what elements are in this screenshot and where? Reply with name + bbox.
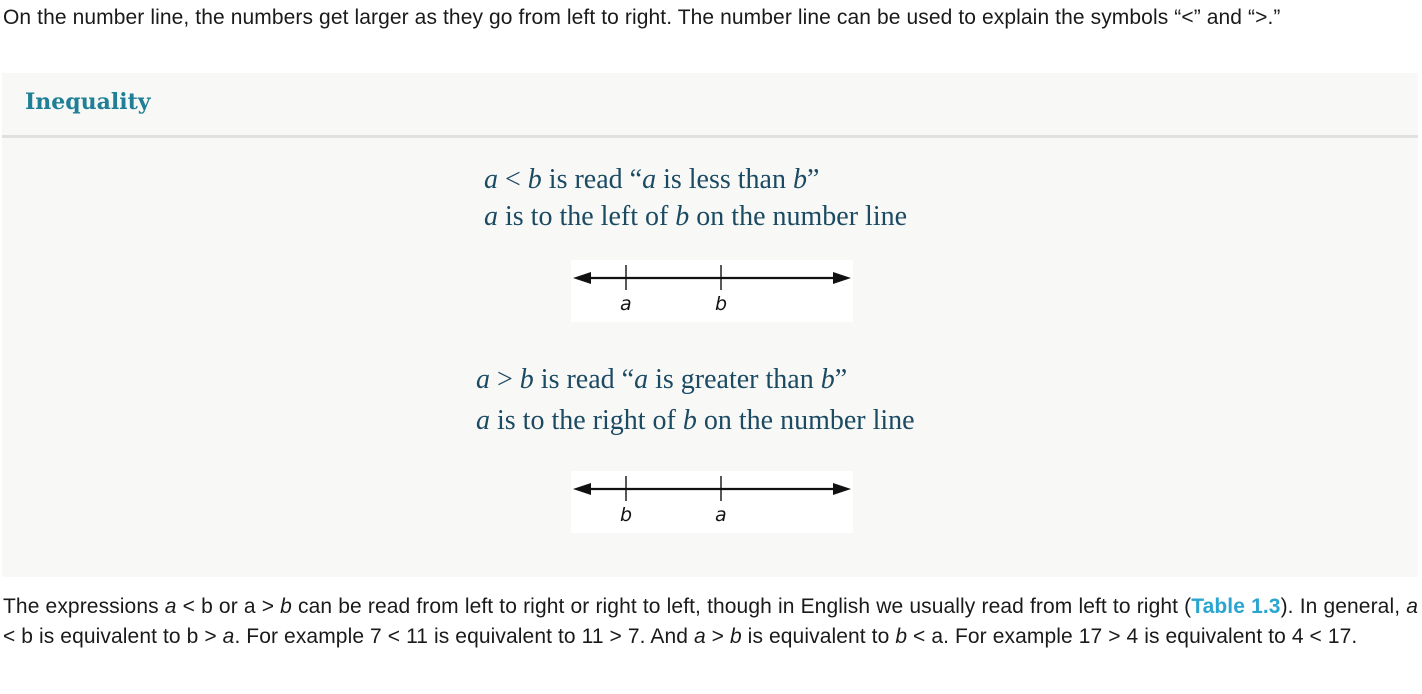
right-arrow-icon xyxy=(833,483,851,495)
text: is less than xyxy=(656,164,793,195)
var-b: b xyxy=(675,201,690,232)
left-arrow-icon xyxy=(573,272,591,284)
less-than-rule-line1: a < b is read “a is less than b” xyxy=(484,161,907,198)
var-b: b xyxy=(527,164,542,195)
var-a: a xyxy=(476,364,490,395)
text: . For example 7 < 11 is equivalent to 11… xyxy=(234,625,694,648)
number-line-a-less-than-b: a b xyxy=(571,260,853,322)
tick-label: b xyxy=(620,504,633,526)
text: is to the left of xyxy=(498,201,676,232)
text: on the number line xyxy=(696,405,915,436)
var-b: b xyxy=(820,364,835,395)
var-b: b xyxy=(895,625,908,648)
var-a: a xyxy=(634,364,649,395)
greater-than-rule: a > b is read “a is greater than b” a is… xyxy=(476,361,915,439)
outro-paragraph: The expressions a < b or a > b can be re… xyxy=(3,592,1418,652)
text: ). In general, xyxy=(1280,595,1407,618)
left-arrow-icon xyxy=(573,483,591,495)
box-header: Inequality xyxy=(2,73,1418,138)
number-line-a-greater-than-b: b a xyxy=(571,471,853,533)
var-a: a xyxy=(693,625,706,648)
greater-than-symbol: > xyxy=(490,364,520,395)
tick-label: b xyxy=(715,293,728,315)
text: is read “ xyxy=(541,164,643,195)
text: ” xyxy=(834,364,848,395)
right-arrow-icon xyxy=(833,272,851,284)
number-line-graphic xyxy=(573,265,851,290)
var-b: b xyxy=(682,405,697,436)
var-b: b xyxy=(519,364,534,395)
var-a: a xyxy=(164,595,177,618)
tick-label: a xyxy=(715,504,727,526)
text: The expressions xyxy=(3,595,165,618)
var-a: a xyxy=(484,164,498,195)
text: is greater than xyxy=(648,364,821,395)
box-title: Inequality xyxy=(25,89,151,115)
text: can be read from left to right or right … xyxy=(291,595,1192,618)
var-a: a xyxy=(476,405,490,436)
text: < a. For example 17 > 4 is equivalent to… xyxy=(907,625,1358,648)
number-line-graphic xyxy=(573,476,851,501)
greater-than-rule-line2: a is to the right of b on the number lin… xyxy=(476,402,915,439)
text: is equivalent to xyxy=(741,625,896,648)
text: ” xyxy=(806,164,820,195)
text: < b is equivalent to b > xyxy=(3,625,223,648)
var-a: a xyxy=(484,201,498,232)
table-1-3-link[interactable]: Table 1.3 xyxy=(1191,595,1280,618)
less-than-rule-line2: a is to the left of b on the number line xyxy=(484,198,907,235)
var-b: b xyxy=(280,595,292,618)
var-b: b xyxy=(729,625,742,648)
text: < b or a > xyxy=(176,595,281,618)
intro-paragraph: On the number line, the numbers get larg… xyxy=(3,6,1281,29)
inequality-feature-box: Inequality a < b is read “a is less than… xyxy=(2,73,1418,577)
less-than-symbol: < xyxy=(498,164,528,195)
tick-label: a xyxy=(620,293,632,315)
var-b: b xyxy=(792,164,807,195)
less-than-rule: a < b is read “a is less than b” a is to… xyxy=(484,161,907,235)
text: is to the right of xyxy=(490,405,683,436)
var-a: a xyxy=(1406,595,1419,618)
text: is read “ xyxy=(533,364,635,395)
greater-than-rule-line1: a > b is read “a is greater than b” xyxy=(476,361,915,398)
text: > xyxy=(705,625,730,648)
var-a: a xyxy=(642,164,657,195)
var-a: a xyxy=(222,625,235,648)
text: on the number line xyxy=(689,201,908,232)
